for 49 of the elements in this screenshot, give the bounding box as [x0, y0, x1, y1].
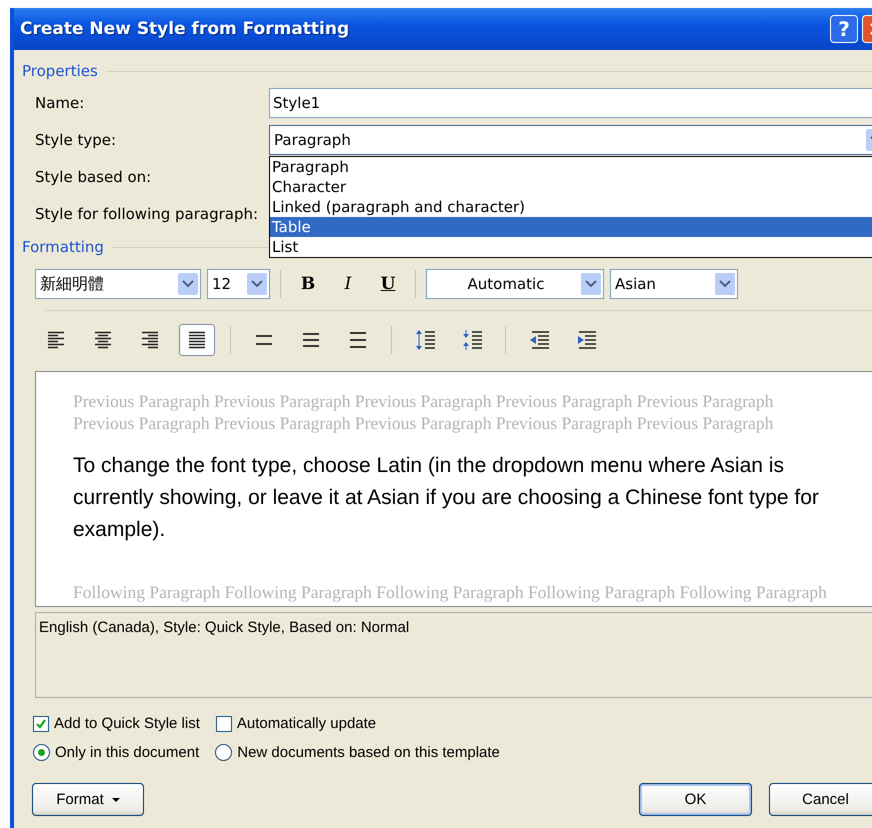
dropdown-option[interactable]: List [270, 236, 872, 256]
align-justify-button[interactable] [179, 324, 215, 356]
dropdown-option[interactable]: Table [270, 216, 872, 236]
checkbox[interactable] [216, 716, 232, 732]
align-right-icon [140, 331, 160, 349]
align-center-icon [93, 331, 113, 349]
align-justify-icon [187, 331, 207, 349]
previous-paragraph-text: Previous Paragraph Previous Paragraph Previous Paragraph Previous Paragraph Previous Paragraph [73, 412, 774, 434]
dropdown-option[interactable]: Linked (paragraph and character) [270, 196, 872, 216]
field-label: Style type: [34, 130, 118, 148]
align-left-icon [46, 331, 66, 349]
radio-button[interactable] [33, 744, 50, 761]
field-label: Style based on: [34, 168, 152, 186]
option-label: Only in this document [55, 744, 200, 761]
previous-paragraph-text: Previous Paragraph Previous Paragraph Previous Paragraph Previous Paragraph Previous Paragraph [73, 390, 774, 412]
format-button[interactable]: Format [32, 783, 144, 816]
radio-button[interactable] [215, 744, 232, 761]
field-label: Style for following paragraph: [34, 204, 260, 222]
font-color-dropdown[interactable]: Automatic [426, 269, 604, 299]
font-dropdown[interactable]: 新細明體 [35, 269, 201, 299]
ok-button[interactable]: OK [639, 783, 752, 816]
indent-decrease-icon [528, 329, 550, 351]
option-label: Add to Quick Style list [54, 715, 200, 732]
name-field[interactable]: Style1 [269, 88, 872, 118]
dropdown-option[interactable]: Character [270, 176, 872, 196]
sample-text: To change the font type, choose Latin (in the dropdown menu where Asian is currently showing, or leave it at Asian if you are choosing a Chinese font type for example). [73, 453, 820, 543]
indent-increase-icon [575, 329, 597, 351]
window-title: Create New Style from Formatting [20, 19, 350, 39]
help-button[interactable]: ? [830, 15, 858, 43]
italic-button[interactable]: I [331, 270, 365, 298]
cancel-button[interactable]: Cancel [769, 783, 872, 816]
section-heading: Properties [22, 62, 98, 80]
bold-button[interactable]: B [291, 270, 325, 298]
following-paragraph-text: Following Paragraph Following Paragraph Following Paragraph Following Paragraph Following Paragraph [73, 581, 828, 603]
option-label: Automatically update [236, 715, 376, 732]
field-label: Name: [34, 94, 86, 112]
style-description: English (Canada), Style: Quick Style, Based on: Normal [39, 619, 410, 636]
checkbox[interactable] [33, 716, 49, 732]
option-label: New documents based on this template [237, 744, 500, 761]
caret-icon [112, 798, 120, 802]
paragraph-spacing-increase-icon [414, 329, 436, 351]
section-heading: Formatting [22, 238, 104, 256]
script-dropdown[interactable]: Asian [610, 269, 738, 299]
dropdown-option[interactable]: Paragraph [270, 156, 872, 176]
line-spacing-double-icon [348, 331, 368, 349]
font-size-dropdown[interactable]: 12 [207, 269, 270, 299]
paragraph-spacing-decrease-icon [461, 329, 483, 351]
line-spacing-onehalf-icon [301, 331, 321, 349]
underline-button[interactable]: U [371, 270, 405, 298]
